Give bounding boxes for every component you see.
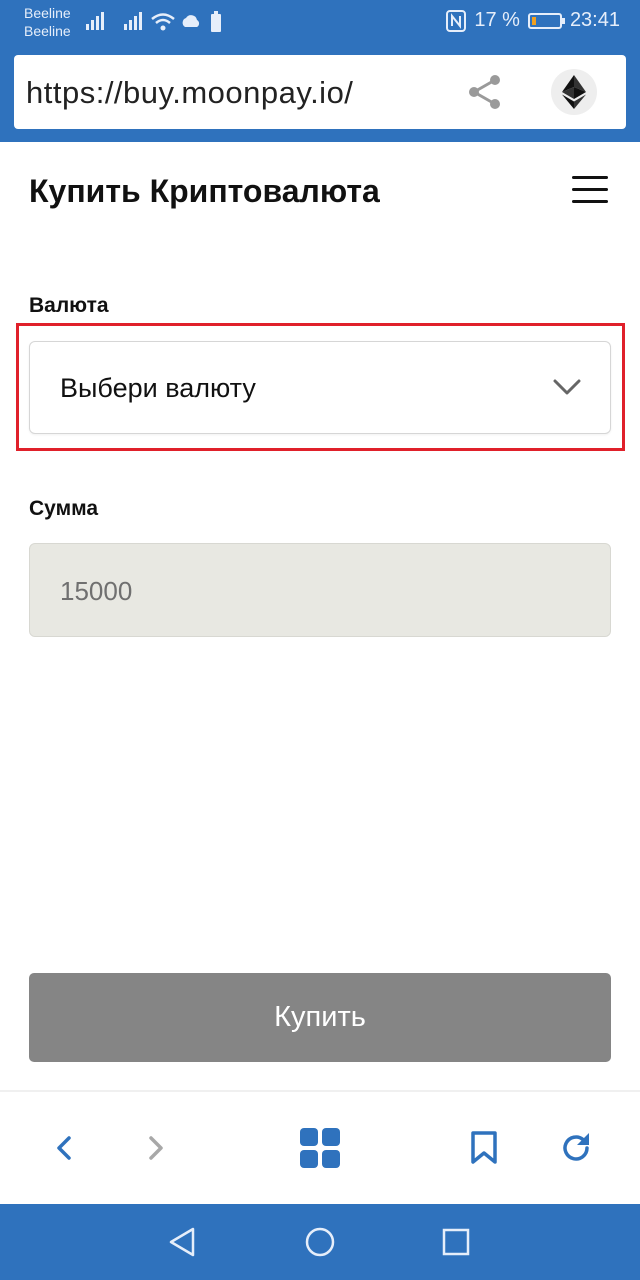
signal-2-icon <box>124 12 144 30</box>
address-bar[interactable]: https://buy.moonpay.io/ <box>14 55 626 129</box>
browser-address-area: https://buy.moonpay.io/ <box>0 44 640 142</box>
battery-percent: 17 % <box>474 9 520 31</box>
carrier-1: Beeline <box>24 5 71 21</box>
amount-input[interactable]: 15000 <box>29 543 611 637</box>
signal-1-icon <box>86 12 106 30</box>
currency-select-value: Выбери валюту <box>60 373 256 403</box>
amount-label: Сумма <box>29 497 99 520</box>
currency-select[interactable]: Выбери валюту <box>29 341 611 434</box>
system-nav-bar <box>0 1204 640 1280</box>
status-right: 17 % 23:41 <box>446 9 620 32</box>
bookmark-icon[interactable] <box>460 1124 508 1172</box>
amount-input-value: 15000 <box>60 576 133 606</box>
hamburger-menu-icon[interactable] <box>568 176 612 208</box>
ethereum-icon[interactable] <box>551 69 597 115</box>
status-bar: Beeline Beeline 17 % 23:41 <box>0 0 640 44</box>
buy-button[interactable]: Купить <box>29 973 611 1062</box>
sim-icon <box>211 11 221 32</box>
clock: 23:41 <box>569 9 620 31</box>
cloud-icon <box>182 15 200 27</box>
reload-icon[interactable] <box>552 1124 600 1172</box>
carrier-names: Beeline Beeline <box>24 4 71 40</box>
nav-back-icon[interactable] <box>162 1222 202 1262</box>
nfc-icon <box>446 9 467 32</box>
browser-toolbar <box>0 1092 640 1204</box>
chevron-down-icon <box>553 379 581 395</box>
page-title: Купить Криптовалюта <box>29 173 380 209</box>
nav-home-icon[interactable] <box>300 1222 340 1262</box>
url-text[interactable]: https://buy.moonpay.io/ <box>26 75 353 111</box>
forward-icon[interactable] <box>132 1124 180 1172</box>
currency-label: Валюта <box>29 294 109 317</box>
share-icon[interactable] <box>464 71 506 113</box>
wifi-icon <box>151 13 175 31</box>
carrier-2: Beeline <box>24 23 71 39</box>
battery-icon <box>527 12 565 29</box>
nav-recents-icon[interactable] <box>436 1222 476 1262</box>
back-icon[interactable] <box>40 1124 88 1172</box>
tabs-grid-icon[interactable] <box>296 1124 344 1172</box>
